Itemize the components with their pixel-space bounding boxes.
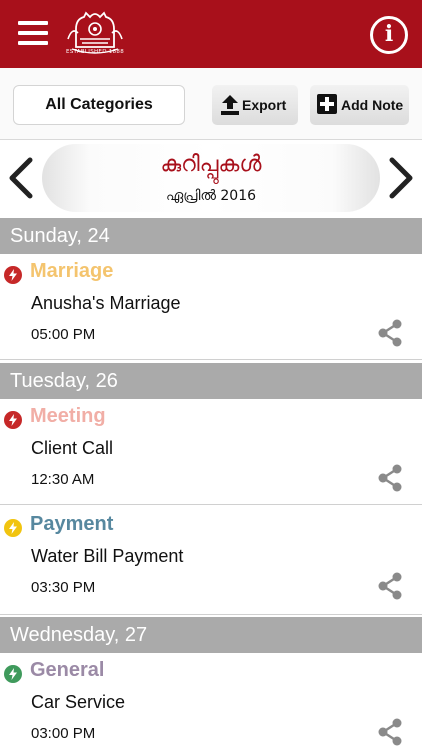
share-icon[interactable] — [377, 464, 403, 492]
event-item[interactable]: Payment Water Bill Payment 03:30 PM — [0, 507, 422, 615]
event-time: 03:30 PM — [31, 579, 96, 596]
plus-box-icon — [317, 94, 337, 114]
event-title: Car Service — [31, 692, 126, 712]
event-time: 12:30 AM — [31, 471, 95, 488]
category-dot — [4, 519, 22, 537]
event-time: 03:00 PM — [31, 725, 96, 742]
logo-established-text: ESTABLISHED 1888 — [65, 49, 124, 55]
add-note-label: Add Note — [341, 97, 404, 113]
share-icon[interactable] — [377, 718, 403, 746]
day-header: Tuesday, 26 — [0, 363, 422, 399]
month-display: കുറിപ്പുകൾ ഏപ്രിൽ 2016 — [42, 144, 380, 212]
lightning-icon — [9, 668, 17, 680]
lightning-icon — [9, 414, 17, 426]
event-title: Anusha's Marriage — [31, 293, 181, 313]
app-header: ESTABLISHED 1888 i — [0, 0, 422, 68]
toolbar: All Categories Export Add Note — [0, 68, 422, 140]
upload-icon — [221, 95, 239, 115]
chevron-right-icon[interactable] — [386, 156, 416, 200]
share-icon[interactable] — [377, 572, 403, 600]
category-label: Payment — [30, 513, 114, 535]
category-dot — [4, 266, 22, 284]
menu-icon[interactable] — [18, 21, 48, 45]
event-time: 05:00 PM — [31, 326, 96, 343]
export-button[interactable]: Export — [212, 85, 298, 125]
lightning-icon — [9, 269, 17, 281]
export-label: Export — [242, 97, 287, 113]
event-item[interactable]: Marriage Anusha's Marriage 05:00 PM — [0, 254, 422, 360]
event-title: Water Bill Payment — [31, 546, 184, 566]
chevron-left-icon[interactable] — [6, 156, 36, 200]
event-item[interactable]: Meeting Client Call 12:30 AM — [0, 399, 422, 505]
category-dot — [4, 665, 22, 683]
category-dot — [4, 411, 22, 429]
category-label: Marriage — [30, 260, 114, 282]
category-label: General — [30, 659, 105, 681]
notes-title: കുറിപ്പുകൾ — [160, 152, 262, 177]
day-header: Sunday, 24 — [0, 218, 422, 254]
add-note-button[interactable]: Add Note — [310, 85, 409, 125]
month-navigator: കുറിപ്പുകൾ ഏപ്രിൽ 2016 — [0, 140, 422, 216]
category-label: Meeting — [30, 405, 106, 427]
info-icon[interactable]: i — [370, 16, 408, 54]
day-header: Wednesday, 27 — [0, 617, 422, 653]
event-item[interactable]: General Car Service 03:00 PM — [0, 653, 422, 750]
all-categories-button[interactable]: All Categories — [13, 85, 185, 125]
lightning-icon — [9, 522, 17, 534]
share-icon[interactable] — [377, 319, 403, 347]
month-label: ഏപ്രിൽ 2016 — [165, 188, 257, 204]
event-title: Client Call — [31, 438, 114, 458]
